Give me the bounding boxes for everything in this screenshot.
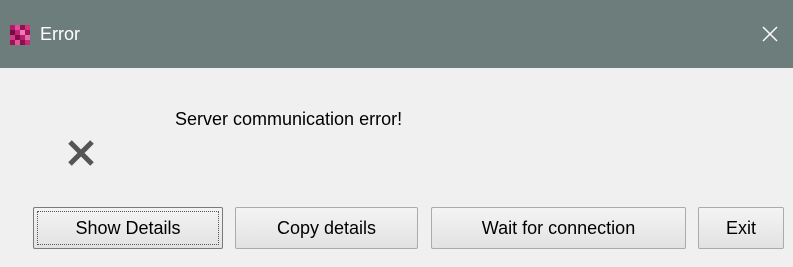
wait-for-connection-button[interactable]: Wait for connection xyxy=(431,207,686,249)
show-details-button[interactable]: Show Details xyxy=(33,207,223,249)
close-icon xyxy=(762,26,778,42)
window-title: Error xyxy=(40,24,80,44)
copy-details-button[interactable]: Copy details xyxy=(235,207,418,249)
wait-for-connection-label: Wait for connection xyxy=(481,217,636,238)
error-message: Server communication error! xyxy=(175,109,403,129)
app-logo-icon xyxy=(10,25,30,45)
close-button[interactable] xyxy=(747,0,793,68)
title-bar: Error xyxy=(0,0,793,68)
exit-button[interactable]: Exit xyxy=(698,207,784,249)
error-x-icon xyxy=(68,140,94,166)
exit-label: Exit xyxy=(725,217,756,238)
copy-details-label: Copy details xyxy=(276,217,377,238)
show-details-label: Show Details xyxy=(75,217,181,238)
error-dialog-window: Error Server communication error! Show D… xyxy=(0,0,793,267)
